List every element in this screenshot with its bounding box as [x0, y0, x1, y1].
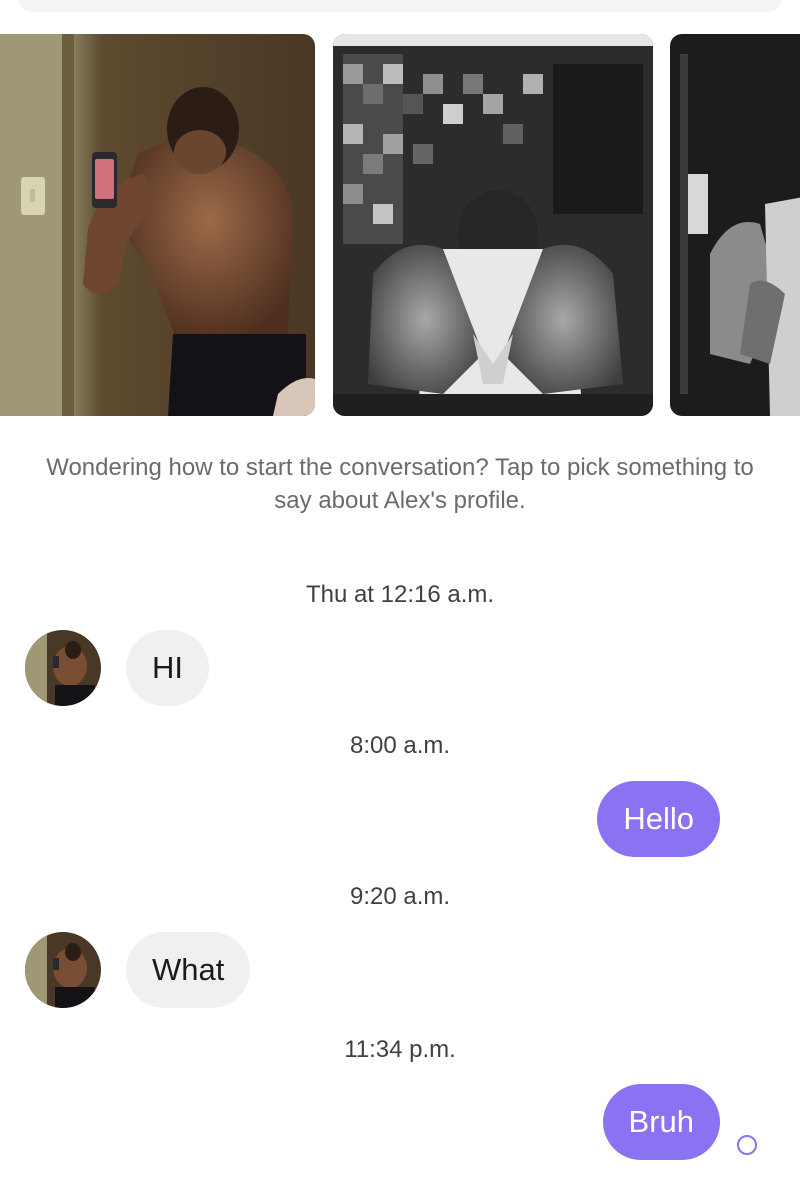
- profile-photo-2-image: [333, 34, 653, 416]
- outgoing-message-bubble[interactable]: Hello: [597, 781, 720, 857]
- profile-photo-3[interactable]: [670, 34, 800, 416]
- profile-photo-carousel[interactable]: [0, 34, 800, 416]
- avatar-image: [25, 630, 101, 706]
- contact-avatar[interactable]: [25, 932, 101, 1008]
- message-timestamp: 9:20 a.m.: [349, 883, 451, 910]
- message-timestamp: 11:34 p.m.: [344, 1036, 456, 1063]
- chat-screen: Wondering how to start the conversation?…: [0, 0, 800, 1179]
- incoming-message-bubble[interactable]: What: [126, 932, 251, 1008]
- contact-avatar[interactable]: [25, 630, 101, 706]
- outgoing-message-bubble[interactable]: Bruh: [602, 1084, 720, 1160]
- profile-photo-3-image: [670, 34, 800, 416]
- message-timestamp: Thu at 12:16 a.m.: [305, 581, 495, 608]
- message-status-icon: [737, 1135, 757, 1155]
- conversation-starter-prompt[interactable]: Wondering how to start the conversation?…: [40, 451, 760, 517]
- top-input-bar[interactable]: [18, 0, 782, 12]
- profile-photo-1[interactable]: [0, 34, 315, 416]
- message-timestamp: 8:00 a.m.: [349, 732, 451, 759]
- profile-photo-2[interactable]: [333, 34, 653, 416]
- incoming-message-bubble[interactable]: HI: [126, 630, 209, 706]
- profile-photo-1-image: [0, 34, 315, 416]
- avatar-image: [25, 932, 101, 1008]
